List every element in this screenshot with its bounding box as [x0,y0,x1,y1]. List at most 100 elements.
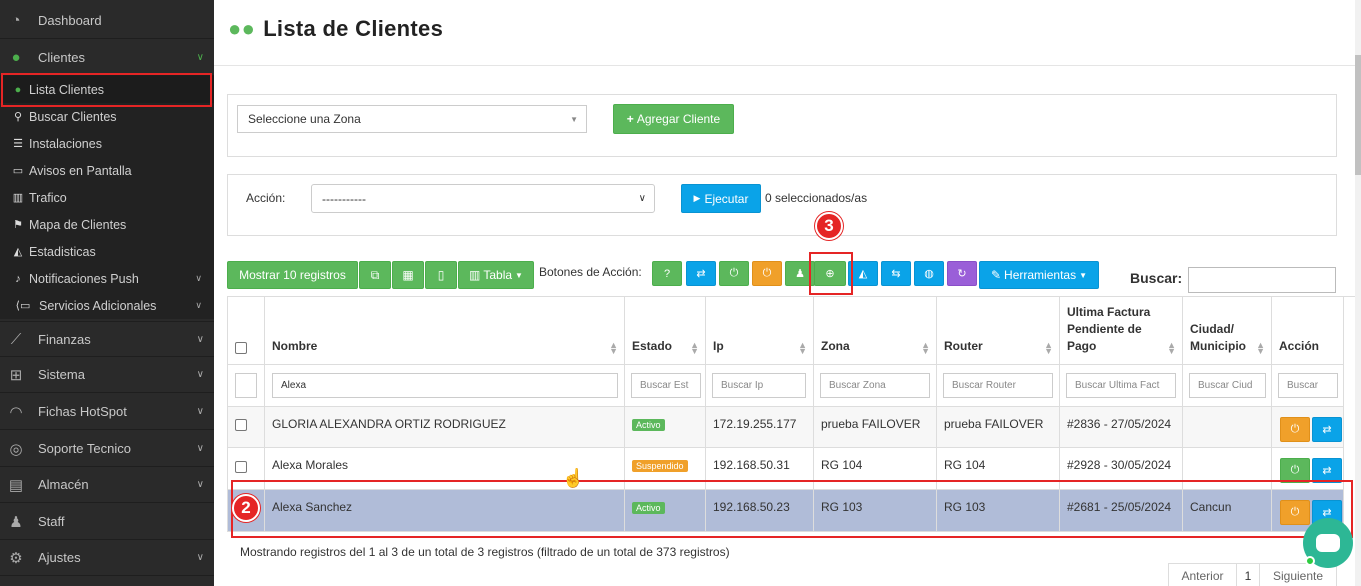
scrollbar[interactable] [1355,0,1361,586]
scrollbar-thumb[interactable] [1355,55,1361,175]
excel-button[interactable]: ▦ [392,261,424,289]
execute-button[interactable]: ▶ Ejecutar [681,184,761,213]
sort-icon: ▲ ▼ [1256,340,1265,356]
suspend-button[interactable]: ⏻ [1280,417,1310,442]
arrows-icon: ⇆ [891,268,901,280]
map-marker-icon: ⚑ [13,219,23,231]
play-icon: ▶ [693,193,701,203]
selected-count: 0 seleccionados/as [765,191,868,205]
sidebar-item-notificaciones[interactable]: ♪ Notificaciones Push ∨ [0,265,214,292]
table-columns-button[interactable]: ▥ Tabla ▼ [458,261,534,289]
search-icon: ⚲ [13,111,23,123]
chevron-down-icon: ∨ [196,406,204,417]
filter-ciudad-input[interactable]: Buscar Ciud [1189,373,1266,398]
globe-icon: ◍ [924,268,934,280]
show-records-button[interactable]: Mostrar 10 registros [227,261,358,289]
globe-action-button[interactable]: ◍ [914,261,944,286]
sidebar-item-fichas[interactable]: ◠ Fichas HotSpot ∨ [0,394,214,430]
activate-action-button[interactable]: ⏻ [719,261,749,286]
sidebar-item-soporte[interactable]: ◎ Soporte Tecnico ∨ [0,431,214,467]
plus-icon: + [626,112,634,126]
monitor-icon: ▭ [12,165,24,177]
sidebar-item-almacen[interactable]: ▤ Almacén ∨ [0,467,214,503]
sync-action-button[interactable]: ⇄ [686,261,716,286]
sidebar-item-instalaciones[interactable]: ☰ Instalaciones [0,130,214,157]
bell-icon: ♪ [15,272,21,285]
col-header-factura[interactable]: Ultima Factura Pendiente de Pago ▲ ▼ [1060,297,1183,365]
chevron-down-icon: ∨ [196,443,204,454]
chevron-down-icon: ∨ [196,552,204,563]
sidebar-item-avisos[interactable]: ▭ Avisos en Pantalla [0,157,214,184]
transfer-action-button[interactable]: ⇆ [881,261,911,286]
filter-zona-input[interactable]: Buscar Zona [820,373,930,398]
caret-down-icon: ▼ [570,114,578,124]
annotation-box-3 [809,252,853,295]
sidebar-item-estadisticas[interactable]: ◭ Estadisticas [0,238,214,265]
bar-chart-icon: ▥ [12,192,24,204]
tools-dropdown-button[interactable]: ✎ Herramientas ▼ [979,261,1099,289]
pdf-button[interactable]: ▯ [425,261,457,289]
pagination-page-1[interactable]: 1 [1236,563,1260,586]
sidebar-item-mapa[interactable]: ⚑ Mapa de Clientes [0,211,214,238]
sidebar-item-buscar-clientes[interactable]: ⚲ Buscar Clientes [0,103,214,130]
sort-icon: ▲ ▼ [1167,340,1176,356]
sidebar-item-staff[interactable]: ♟ Staff [0,504,214,540]
sidebar-item-ajustes[interactable]: ⚙ Ajustes ∨ [0,540,214,576]
sync-button[interactable]: ⇄ [1312,417,1342,442]
exchange-icon: ⇄ [1322,424,1332,436]
help-action-button[interactable]: ? [652,261,682,286]
refresh-action-button[interactable]: ↻ [947,261,977,286]
chat-widget-button[interactable] [1303,518,1353,568]
search-input[interactable] [1188,267,1336,293]
sidebar-item-dashboard[interactable]: ◔ Dashboard [0,3,214,39]
support-icon: ◎ [9,440,23,458]
col-header-estado[interactable]: Estado ▲ ▼ [625,297,706,365]
sidebar-item-sistema[interactable]: ⊞ Sistema ∨ [0,357,214,393]
desktop-icon: ⟨▭ [15,300,31,312]
caret-down-icon: ▼ [1079,270,1087,280]
sitemap-icon: ⊞ [9,366,23,384]
filter-estado-input[interactable]: Buscar Est [631,373,701,398]
action-select[interactable]: ----------- ∨ [311,184,655,213]
filter-router-input[interactable]: Buscar Router [943,373,1053,398]
pagination-prev[interactable]: Anterior [1168,563,1237,586]
filter-accion-input[interactable]: Buscar [1278,373,1338,398]
col-header-zona[interactable]: Zona ▲ ▼ [814,297,937,365]
filter-factura-input[interactable]: Buscar Ultima Fact [1066,373,1176,398]
columns-icon: ▥ [469,268,481,282]
col-header-nombre[interactable]: Nombre ▲ ▼ [265,297,625,365]
mouse-cursor-icon: ☝ [562,468,585,488]
sidebar-item-finanzas[interactable]: ⟋ Finanzas ∨ [0,321,214,357]
sidebar-item-trafico[interactable]: ▥ Trafico [0,184,214,211]
copy-button[interactable]: ⧉ [359,261,391,289]
annotation-badge-2: 2 [232,494,260,522]
exchange-icon: ⇄ [696,268,706,280]
suspend-action-button[interactable]: ⏻ [752,261,782,286]
add-client-button[interactable]: + Agregar Cliente [613,104,734,134]
col-header-router[interactable]: Router ▲ ▼ [937,297,1060,365]
sidebar-item-clientes[interactable]: ● Clientes ∨ [0,40,214,76]
zone-select[interactable]: Seleccione una Zona ▼ [237,105,587,133]
table-row[interactable]: GLORIA ALEXANDRA ORTIZ RODRIGUEZ Activo … [228,407,1344,448]
select-all-checkbox[interactable] [235,342,247,354]
row-checkbox[interactable] [235,419,247,431]
caret-down-icon: ▼ [515,270,523,280]
exchange-icon: ⇄ [1322,465,1332,477]
filter-checkbox-cell [235,373,257,398]
records-summary: Mostrando registros del 1 al 3 de un tot… [240,545,730,559]
filter-ip-input[interactable]: Buscar Ip [712,373,806,398]
online-status-dot [1305,556,1315,566]
filter-nombre-input[interactable]: Alexa [272,373,618,398]
sidebar-item-servicios[interactable]: ⟨▭ Servicios Adicionales ∨ [0,292,214,319]
user-icon: ♟ [9,513,23,531]
row-checkbox[interactable] [235,461,247,473]
sort-icon: ▲ ▼ [690,340,699,356]
chevron-down-icon: ∨ [196,369,204,380]
file-icon: ▯ [437,268,445,282]
power-icon: ⏻ [762,267,772,279]
search-label: Buscar: [1130,270,1183,286]
col-header-ciudad[interactable]: Ciudad/ Municipio ▲ ▼ [1183,297,1272,365]
col-header-ip[interactable]: Ip ▲ ▼ [706,297,814,365]
user-icon: ♟ [795,268,805,280]
status-badge: Activo [632,419,665,431]
